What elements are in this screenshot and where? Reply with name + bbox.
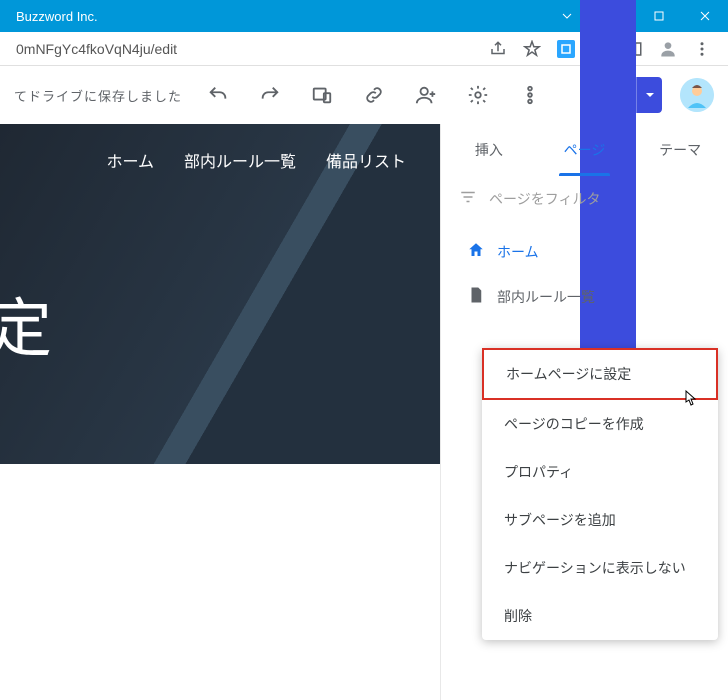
overflow-icon[interactable] bbox=[692, 39, 712, 59]
window-close[interactable] bbox=[682, 0, 728, 32]
page-icon bbox=[467, 286, 485, 307]
tab-insert[interactable]: 挿入 bbox=[441, 124, 537, 176]
address-input[interactable] bbox=[8, 37, 488, 61]
undo-button[interactable] bbox=[196, 75, 240, 115]
tab-theme[interactable]: テーマ bbox=[632, 124, 728, 176]
site-hero-title: 定 bbox=[0, 278, 54, 370]
add-person-button[interactable] bbox=[404, 75, 448, 115]
home-icon bbox=[467, 241, 485, 262]
filter-icon[interactable] bbox=[459, 188, 477, 209]
publish-dropdown[interactable] bbox=[636, 77, 662, 113]
menu-delete[interactable]: 削除 bbox=[482, 592, 718, 640]
menu-properties[interactable]: プロパティ bbox=[482, 448, 718, 496]
page-rules-label: 部内ルール一覧 bbox=[497, 287, 595, 307]
star-icon[interactable] bbox=[522, 39, 542, 59]
filter-placeholder[interactable]: ページをフィルタ bbox=[489, 189, 600, 209]
extension-blue-icon[interactable] bbox=[556, 39, 576, 59]
drive-save-status: てドライブに保存しました bbox=[14, 86, 182, 105]
preview-devices-button[interactable] bbox=[300, 75, 344, 115]
tab-page[interactable]: ページ bbox=[537, 124, 633, 176]
sidepanel-tabs: 挿入 ページ テーマ bbox=[441, 124, 728, 176]
site-nav-items[interactable]: 備品リスト bbox=[326, 148, 406, 172]
site-nav-home[interactable]: ホーム bbox=[106, 148, 154, 172]
page-filter-row: ページをフィルタ bbox=[441, 176, 728, 221]
account-avatar[interactable] bbox=[680, 78, 714, 112]
redo-button[interactable] bbox=[248, 75, 292, 115]
editor-toolbar: てドライブに保存しました 公開 bbox=[0, 66, 728, 124]
page-home-label: ホーム bbox=[497, 242, 539, 262]
pages-list: ホーム 部内ルール一覧 bbox=[441, 221, 728, 327]
page-item-home[interactable]: ホーム bbox=[459, 229, 710, 274]
window-title: Buzzword Inc. bbox=[0, 9, 544, 24]
more-button[interactable] bbox=[508, 75, 552, 115]
page-item-rules[interactable]: 部内ルール一覧 bbox=[459, 274, 710, 319]
site-nav-rules[interactable]: 部内ルール一覧 bbox=[184, 148, 296, 172]
site-preview-header: ホーム 部内ルール一覧 備品リスト 定 bbox=[0, 124, 440, 464]
site-canvas[interactable]: ホーム 部内ルール一覧 備品リスト 定 bbox=[0, 124, 440, 700]
menu-hide-nav[interactable]: ナビゲーションに表示しない bbox=[482, 544, 718, 592]
site-nav: ホーム 部内ルール一覧 備品リスト bbox=[106, 148, 406, 172]
settings-button[interactable] bbox=[456, 75, 500, 115]
pointer-cursor-icon bbox=[680, 389, 698, 416]
share-icon[interactable] bbox=[488, 39, 508, 59]
menu-add-subpage[interactable]: サブページを追加 bbox=[482, 496, 718, 544]
link-button[interactable] bbox=[352, 75, 396, 115]
